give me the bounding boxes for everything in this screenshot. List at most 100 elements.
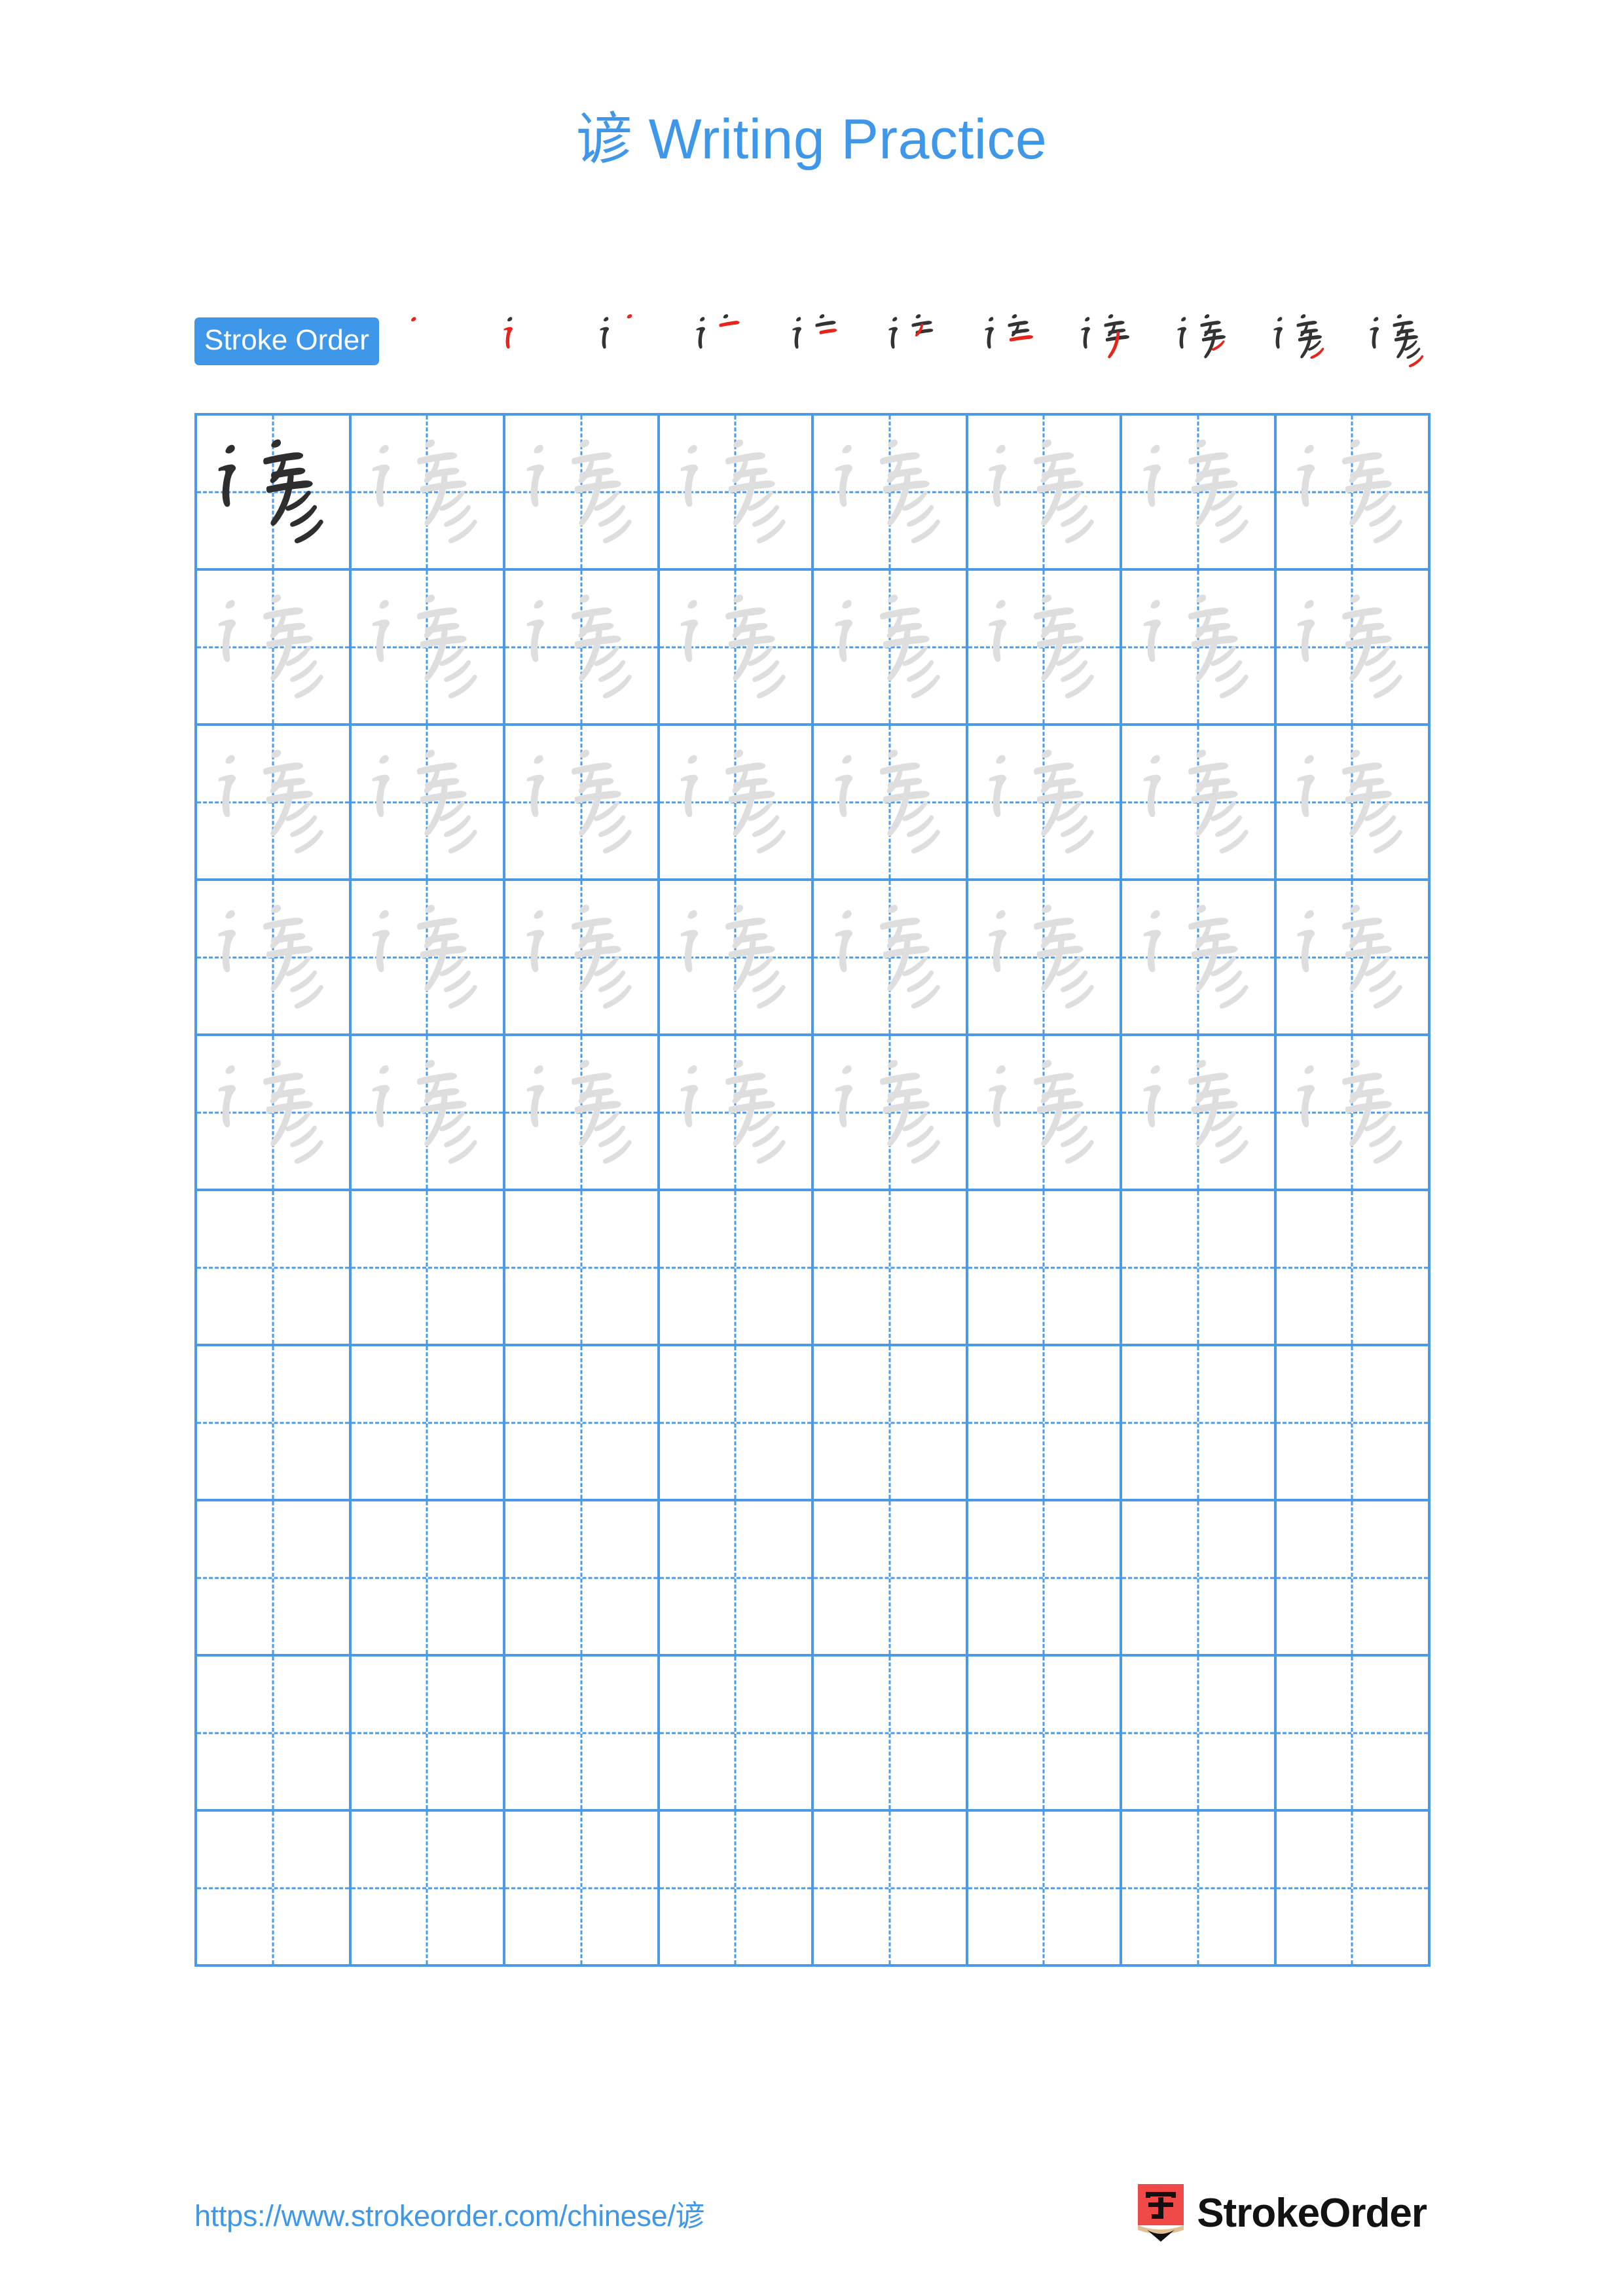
practice-cell[interactable] (505, 1501, 660, 1657)
trace-character (814, 726, 966, 878)
practice-cell[interactable] (814, 1657, 968, 1812)
practice-cell[interactable] (1276, 726, 1431, 881)
practice-cell[interactable] (197, 1036, 352, 1191)
practice-cell[interactable] (1276, 1501, 1431, 1657)
trace-character (968, 881, 1120, 1033)
practice-cell[interactable] (659, 1501, 814, 1657)
practice-cell[interactable] (968, 571, 1122, 726)
practice-cell[interactable] (1122, 571, 1277, 726)
practice-cell[interactable] (659, 1657, 814, 1812)
stroke-order-step-5 (786, 307, 854, 375)
practice-cell[interactable] (505, 881, 660, 1036)
practice-cell[interactable] (505, 416, 660, 571)
practice-cell[interactable] (968, 1812, 1122, 1967)
practice-cell[interactable] (351, 1501, 505, 1657)
practice-cell[interactable] (505, 1812, 660, 1967)
practice-cell[interactable] (1122, 726, 1277, 881)
trace-character (505, 881, 657, 1033)
practice-cell[interactable] (968, 881, 1122, 1036)
practice-cell[interactable] (1122, 1812, 1277, 1967)
practice-cell[interactable] (505, 1657, 660, 1812)
practice-cell[interactable] (1276, 1657, 1431, 1812)
practice-cell[interactable] (968, 1191, 1122, 1346)
practice-cell[interactable] (1122, 1191, 1277, 1346)
practice-cell[interactable] (351, 1191, 505, 1346)
practice-cell[interactable] (1122, 881, 1277, 1036)
stroke-order-section: Stroke Order (194, 305, 1432, 377)
practice-cell[interactable] (659, 881, 814, 1036)
practice-cell[interactable] (1122, 416, 1277, 571)
practice-cell[interactable] (814, 1501, 968, 1657)
trace-character (660, 726, 812, 878)
pencil-logo-icon (1138, 2184, 1184, 2242)
practice-cell[interactable] (351, 1036, 505, 1191)
practice-cell[interactable] (968, 1501, 1122, 1657)
practice-cell[interactable] (968, 416, 1122, 571)
practice-cell[interactable] (1122, 1501, 1277, 1657)
practice-cell[interactable] (814, 571, 968, 726)
practice-cell[interactable] (197, 881, 352, 1036)
trace-character (1277, 881, 1429, 1033)
practice-cell[interactable] (814, 1191, 968, 1346)
practice-cell[interactable] (659, 1346, 814, 1501)
practice-cell[interactable] (351, 881, 505, 1036)
practice-cell[interactable] (505, 571, 660, 726)
practice-cell[interactable] (1122, 1657, 1277, 1812)
practice-cell[interactable] (1276, 1812, 1431, 1967)
practice-cell[interactable] (659, 726, 814, 881)
practice-cell[interactable] (351, 1346, 505, 1501)
practice-cell[interactable] (351, 1657, 505, 1812)
practice-cell[interactable] (659, 571, 814, 726)
practice-cell[interactable] (1122, 1346, 1277, 1501)
practice-cell[interactable] (1276, 1036, 1431, 1191)
practice-cell[interactable] (1276, 1346, 1431, 1501)
practice-cell[interactable] (659, 1036, 814, 1191)
practice-cell[interactable] (1276, 416, 1431, 571)
practice-cell[interactable] (814, 1036, 968, 1191)
stroke-order-step-8 (1075, 307, 1143, 375)
trace-character (1277, 571, 1429, 723)
practice-cell[interactable] (659, 1191, 814, 1346)
practice-cell[interactable] (505, 1346, 660, 1501)
trace-character (197, 881, 349, 1033)
practice-cell[interactable] (814, 881, 968, 1036)
practice-cell[interactable] (197, 416, 352, 571)
practice-cell[interactable] (197, 571, 352, 726)
practice-cell[interactable] (968, 1036, 1122, 1191)
stroke-order-step-10 (1267, 307, 1336, 375)
practice-cell[interactable] (197, 1346, 352, 1501)
practice-cell[interactable] (505, 726, 660, 881)
trace-character (352, 881, 503, 1033)
practice-cell[interactable] (197, 1657, 352, 1812)
brand-name: StrokeOrder (1197, 2190, 1427, 2236)
trace-character (352, 416, 503, 568)
practice-cell[interactable] (197, 1501, 352, 1657)
practice-cell[interactable] (505, 1191, 660, 1346)
practice-cell[interactable] (968, 1657, 1122, 1812)
practice-cell[interactable] (351, 571, 505, 726)
trace-character (968, 726, 1120, 878)
practice-cell[interactable] (197, 1812, 352, 1967)
practice-cell[interactable] (659, 1812, 814, 1967)
practice-cell[interactable] (814, 416, 968, 571)
practice-cell[interactable] (814, 1346, 968, 1501)
practice-cell[interactable] (659, 416, 814, 571)
trace-character (1122, 416, 1274, 568)
practice-cell[interactable] (814, 726, 968, 881)
practice-cell[interactable] (1276, 571, 1431, 726)
trace-character (505, 726, 657, 878)
practice-cell[interactable] (1276, 1191, 1431, 1346)
practice-cell[interactable] (968, 1346, 1122, 1501)
practice-cell[interactable] (351, 416, 505, 571)
practice-cell[interactable] (197, 726, 352, 881)
practice-cell[interactable] (197, 1191, 352, 1346)
source-url[interactable]: https://www.strokeorder.com/chinese/谚 (194, 2192, 705, 2234)
practice-cell[interactable] (1276, 881, 1431, 1036)
practice-cell[interactable] (814, 1812, 968, 1967)
practice-cell[interactable] (1122, 1036, 1277, 1191)
practice-cell[interactable] (505, 1036, 660, 1191)
practice-cell[interactable] (351, 726, 505, 881)
stroke-order-step-11 (1364, 307, 1432, 375)
practice-cell[interactable] (351, 1812, 505, 1967)
practice-cell[interactable] (968, 726, 1122, 881)
